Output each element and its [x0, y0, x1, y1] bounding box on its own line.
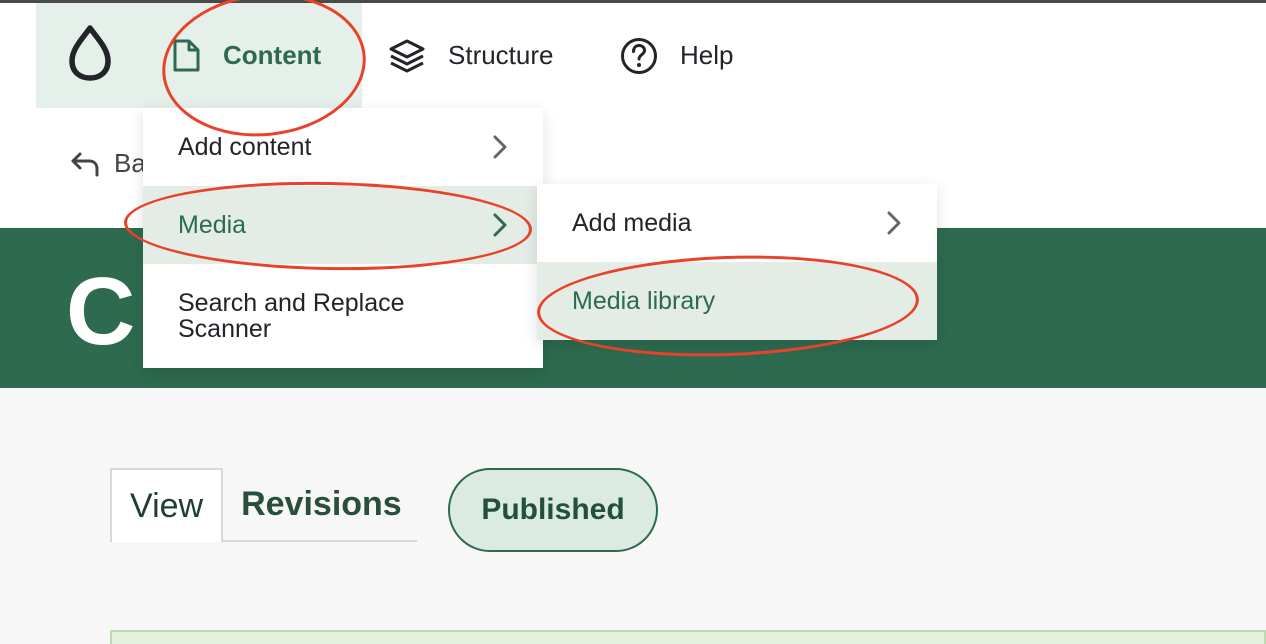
menu-item-label: Media library — [572, 286, 716, 315]
menu-item-search-replace-scanner[interactable]: Search and Replace Scanner — [143, 264, 543, 368]
menu-item-label: Search and Replace Scanner — [178, 288, 405, 343]
status-message-box — [110, 630, 1266, 644]
page-title: C — [66, 258, 136, 365]
tab-view-label: View — [130, 486, 204, 525]
back-arrow-icon — [70, 151, 100, 177]
menu-item-media[interactable]: Media — [143, 186, 543, 264]
content-dropdown-menu: Add content Media Search and Replace Sca… — [143, 108, 543, 368]
drupal-drop-icon — [68, 25, 112, 86]
chevron-right-icon — [492, 134, 508, 160]
nav-help[interactable]: Help — [620, 3, 733, 108]
tab-view[interactable]: View — [110, 468, 224, 542]
media-submenu: Add media Media library — [537, 184, 937, 340]
admin-toolbar: Content Structure Help — [0, 3, 1266, 108]
back-link[interactable]: Ba — [70, 148, 146, 179]
document-icon — [171, 39, 201, 73]
status-badge-label: Published — [481, 493, 625, 526]
home-logo-link[interactable] — [36, 3, 144, 108]
menu-item-label: Media — [178, 210, 247, 239]
layers-icon — [388, 38, 426, 74]
tab-revisions-label: Revisions — [241, 484, 402, 523]
local-tasks-tabs: View Revisions — [110, 468, 418, 542]
chevron-right-icon — [886, 210, 902, 236]
back-link-label: Ba — [114, 148, 146, 178]
menu-item-label: Add media — [572, 208, 692, 237]
nav-help-label: Help — [680, 40, 734, 70]
nav-structure-label: Structure — [448, 40, 554, 70]
nav-content[interactable]: Content — [144, 3, 362, 108]
status-badge: Published — [448, 468, 658, 552]
nav-content-label: Content — [223, 40, 322, 70]
menu-item-add-media[interactable]: Add media — [537, 184, 937, 262]
menu-item-add-content[interactable]: Add content — [143, 108, 543, 186]
question-circle-icon — [620, 37, 658, 75]
chevron-right-icon — [492, 212, 508, 238]
nav-structure[interactable]: Structure — [388, 3, 554, 108]
menu-item-label: Add content — [178, 132, 312, 161]
tab-revisions[interactable]: Revisions — [223, 468, 418, 542]
menu-item-media-library[interactable]: Media library — [537, 262, 937, 340]
